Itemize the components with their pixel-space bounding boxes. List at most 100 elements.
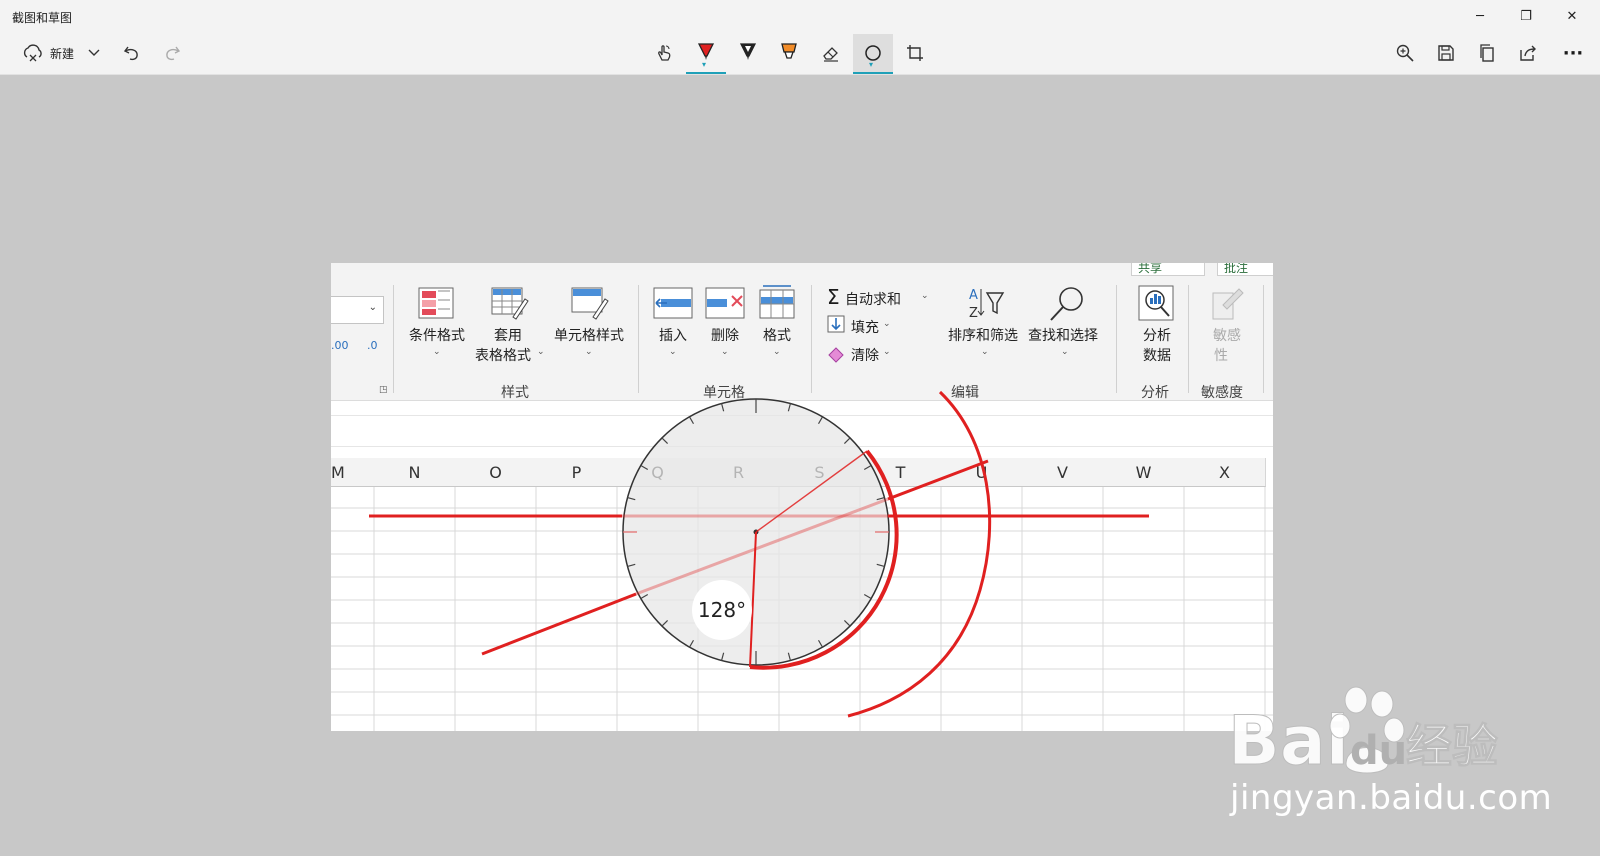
sensitivity-label-1: 敏感: [1213, 328, 1241, 344]
column-header-v: V: [1022, 458, 1104, 487]
column-header-x: X: [1184, 458, 1266, 487]
chevron-down-icon: ⌄: [433, 347, 441, 357]
chevron-down-icon: ⌄: [669, 347, 677, 357]
touch-hand-icon: [654, 43, 674, 63]
more-options-button[interactable]: ···: [1556, 34, 1590, 72]
svg-text:Z: Z: [969, 306, 978, 321]
eraser-button[interactable]: [812, 34, 850, 72]
group-styles-label: 样式: [501, 385, 529, 401]
sort-filter-label: 排序和筛选: [948, 328, 1018, 344]
chevron-down-icon: ⌄: [1061, 347, 1069, 357]
watermark-brand: Bai: [1228, 702, 1349, 781]
protractor-caret-icon: ▾: [869, 60, 874, 69]
excel-ribbon: 共享 批注 ⌄ .00 .0 ◳ 条件格式 ⌄ 套用 表格格式 ⌄ 单元格样式 …: [331, 263, 1273, 401]
conditional-format-label: 条件格式: [409, 328, 465, 344]
ballpoint-pen-button[interactable]: ▾: [686, 34, 726, 74]
watermark-url: jingyan.baidu.com: [1230, 778, 1553, 818]
close-button[interactable]: ✕: [1549, 0, 1595, 32]
ribbon-separator: [1116, 285, 1117, 393]
column-header-q: Q: [617, 458, 699, 487]
redo-button[interactable]: [158, 34, 186, 72]
chevron-down-icon: ⌄: [921, 291, 929, 301]
protractor-circle-icon: [863, 43, 883, 63]
decrease-decimal-label: .0: [367, 339, 378, 352]
analyze-label-2: 数据: [1143, 348, 1171, 364]
chevron-down-icon: ⌄: [721, 347, 729, 357]
ribbon-separator: [638, 285, 639, 393]
copy-button[interactable]: [1470, 34, 1504, 72]
group-cells-label: 单元格: [703, 385, 745, 401]
chevron-down-icon: [87, 48, 101, 58]
chevron-down-icon: ⌄: [981, 347, 989, 357]
formula-bar: [331, 415, 1273, 447]
column-header-s: S: [779, 458, 861, 487]
delete-cells-icon: [705, 287, 745, 323]
group-analysis-label: 分析: [1141, 385, 1169, 401]
undo-icon: [123, 44, 141, 62]
column-header-t: T: [860, 458, 942, 487]
new-label: 新建: [49, 46, 74, 61]
eraser-icon: [821, 43, 841, 63]
pen-caret-icon: ▾: [702, 60, 707, 69]
protractor-button[interactable]: ▾: [853, 34, 893, 74]
undo-button[interactable]: [118, 34, 146, 72]
pencil-button[interactable]: [729, 34, 767, 72]
crop-icon: [905, 43, 925, 63]
new-dropdown-button[interactable]: [84, 34, 104, 72]
restore-button[interactable]: ❐: [1503, 0, 1549, 32]
column-header-m: M: [331, 458, 375, 487]
insert-label: 插入: [659, 328, 687, 344]
fill-down-icon: [827, 315, 845, 337]
zoom-button[interactable]: [1388, 34, 1422, 72]
analyze-data-icon: [1138, 285, 1176, 327]
chevron-down-icon: ⌄: [368, 302, 377, 313]
column-header-o: O: [455, 458, 537, 487]
find-select-label: 查找和选择: [1028, 328, 1098, 344]
find-select-icon: [1047, 285, 1087, 327]
ribbon-separator: [393, 285, 394, 393]
crop-button[interactable]: [896, 34, 934, 72]
increase-decimal-label: .00: [331, 339, 349, 352]
autosum-label: 自动求和: [845, 292, 901, 308]
share-button[interactable]: [1511, 34, 1545, 72]
excel-comments-label: 批注: [1224, 263, 1249, 275]
group-editing-label: 编辑: [951, 385, 979, 401]
sort-filter-icon: AZ: [967, 285, 1005, 325]
save-icon: [1437, 44, 1455, 62]
chevron-down-icon: ⌄: [883, 319, 891, 329]
format-as-table-icon: [491, 287, 529, 325]
save-button[interactable]: [1429, 34, 1463, 72]
minimize-button[interactable]: ─: [1457, 0, 1503, 32]
ribbon-separator: [811, 285, 812, 393]
highlighter-button[interactable]: [770, 34, 808, 72]
svg-text:A: A: [969, 288, 978, 303]
chevron-down-icon: ⌄: [773, 347, 781, 357]
sensitivity-label-2: 性: [1214, 348, 1228, 364]
captured-image: 共享 批注 ⌄ .00 .0 ◳ 条件格式 ⌄ 套用 表格格式 ⌄ 单元格样式 …: [331, 263, 1273, 731]
sigma-icon: Σ: [827, 285, 840, 309]
new-snip-icon: [22, 43, 44, 63]
format-cells-icon: [757, 283, 797, 323]
redo-icon: [163, 44, 181, 62]
touch-writing-button[interactable]: [645, 34, 683, 72]
new-button[interactable]: 新建: [10, 34, 86, 72]
column-header-r: R: [698, 458, 780, 487]
sheet-grid: [331, 486, 1273, 731]
title-bar: 截图和草图 ─ ❐ ✕: [0, 0, 1600, 34]
delete-label: 删除: [711, 328, 739, 344]
zoom-in-icon: [1395, 43, 1415, 63]
format-as-table-label-2: 表格格式: [475, 348, 531, 364]
share-icon: [1519, 44, 1537, 62]
ribbon-separator: [1188, 285, 1189, 393]
column-header-w: W: [1103, 458, 1185, 487]
cell-style-icon: [571, 287, 609, 325]
sensitivity-icon: [1209, 285, 1245, 325]
format-as-table-label-1: 套用: [494, 328, 522, 344]
number-format-dropdown: ⌄: [331, 296, 384, 324]
highlighter-icon: [779, 42, 799, 64]
pencil-icon: [738, 42, 758, 64]
toolbar: 新建 ▾ ▾ ···: [0, 34, 1600, 75]
eraser-icon: [827, 345, 845, 367]
fill-label: 填充: [851, 320, 879, 336]
chevron-down-icon: ⌄: [537, 347, 545, 357]
